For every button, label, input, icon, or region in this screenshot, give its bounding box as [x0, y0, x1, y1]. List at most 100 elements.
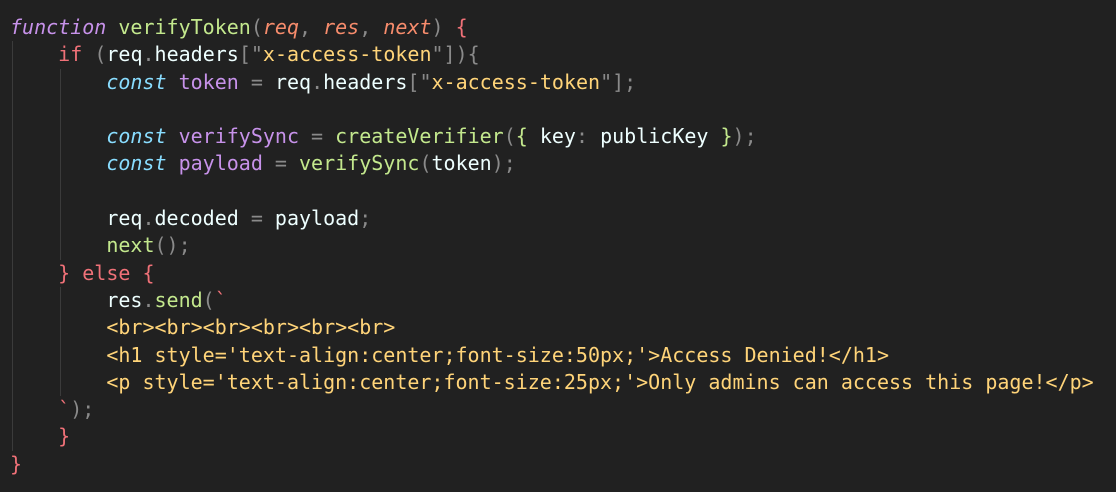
indent-guide — [12, 341, 13, 369]
code-line[interactable]: res.send(` — [0, 286, 1116, 315]
indent-guide — [12, 41, 13, 69]
indent-guide — [12, 368, 13, 397]
indent-guide — [12, 232, 13, 260]
indent-guide — [60, 368, 62, 397]
indent-guide — [60, 341, 62, 369]
code-token: req — [106, 42, 143, 67]
indent-guide — [12, 95, 13, 124]
code-editor[interactable]: function verifyToken(req, res, next) { i… — [0, 0, 1116, 492]
indent-guide — [60, 68, 62, 96]
indent-guide — [60, 150, 62, 178]
code-token: req — [106, 206, 143, 231]
code-token: ( — [250, 15, 263, 39]
code-token: ( — [94, 42, 107, 67]
code-token: next — [106, 233, 155, 258]
code-token: { — [515, 124, 528, 149]
indent-guide — [12, 123, 13, 151]
code-token: . — [311, 69, 324, 94]
code-token: x-access-token — [431, 69, 601, 94]
code-token: const — [106, 69, 167, 94]
code-token: token — [178, 69, 239, 94]
code-token: . — [142, 206, 155, 231]
code-token: = — [262, 151, 300, 176]
indent-guide — [60, 205, 62, 233]
code-token: . — [142, 287, 155, 312]
indent-guide — [12, 314, 13, 342]
code-token: } — [10, 451, 23, 476]
code-token: [" — [238, 42, 263, 67]
code-token: ` — [214, 287, 227, 312]
code-line[interactable] — [0, 177, 1116, 206]
code-token: verifySync — [178, 124, 300, 149]
indent-guide — [12, 150, 13, 178]
code-line[interactable]: if (req.headers["x-access-token"]){ — [0, 41, 1116, 69]
code-token: { — [142, 260, 155, 285]
code-line[interactable]: } — [0, 451, 1116, 478]
code-token: x-access-token — [262, 42, 432, 67]
code-token: payload — [178, 151, 263, 176]
code-line[interactable]: <h1 style='text-align:center;font-size:5… — [0, 341, 1116, 369]
code-token: . — [142, 42, 155, 67]
code-token: ) — [431, 15, 456, 39]
code-token: req — [274, 69, 312, 94]
code-token: ); — [732, 124, 757, 149]
code-line[interactable]: next(); — [0, 232, 1116, 260]
code-token: } — [720, 124, 733, 149]
code-token: key — [527, 124, 576, 149]
code-line[interactable]: <br><br><br><br><br><br> — [0, 314, 1116, 342]
indent-guide — [12, 205, 13, 233]
code-token: { — [455, 15, 468, 39]
indent-guide — [60, 95, 62, 124]
code-token: ( — [202, 287, 215, 312]
code-token: payload — [274, 206, 360, 231]
code-token: [" — [407, 69, 432, 94]
code-token: , — [299, 15, 324, 39]
code-token: token — [431, 151, 492, 176]
code-line[interactable]: const token = req.headers["x-access-toke… — [0, 68, 1116, 96]
indent-guide — [60, 123, 62, 151]
code-line[interactable]: <p style='text-align:center;font-size:25… — [0, 368, 1116, 397]
code-token: headers — [323, 69, 408, 94]
indent-guide — [12, 68, 13, 96]
code-token: = — [238, 69, 275, 94]
code-line[interactable] — [0, 95, 1116, 124]
indent-guide — [12, 259, 13, 287]
indent-guide — [12, 177, 13, 206]
indent-guide — [60, 286, 62, 315]
code-token: <p style='text-align:center;font-size:25… — [106, 369, 1094, 394]
indent-guide — [60, 177, 62, 206]
code-token: req — [262, 15, 299, 39]
code-token: : — [575, 124, 601, 149]
code-token: publicKey — [600, 124, 721, 149]
code-token: res — [323, 15, 360, 39]
code-line[interactable]: `); — [0, 396, 1116, 424]
code-line[interactable]: function verifyToken(req, res, next) { — [0, 14, 1116, 41]
code-token: function — [10, 15, 107, 39]
code-token: res — [106, 287, 143, 312]
code-line[interactable]: } else { — [0, 259, 1116, 287]
code-line[interactable]: req.decoded = payload; — [0, 205, 1116, 233]
code-line[interactable]: const verifySync = createVerifier({ key:… — [0, 123, 1116, 151]
code-token: next — [383, 15, 432, 39]
code-token: ( — [419, 151, 432, 176]
code-line[interactable]: } — [0, 423, 1116, 451]
code-token: verifySync — [299, 151, 420, 176]
code-line[interactable]: const payload = verifySync(token); — [0, 150, 1116, 178]
code-token: <br><br><br><br><br><br> — [106, 315, 396, 340]
code-token: if — [58, 42, 83, 67]
